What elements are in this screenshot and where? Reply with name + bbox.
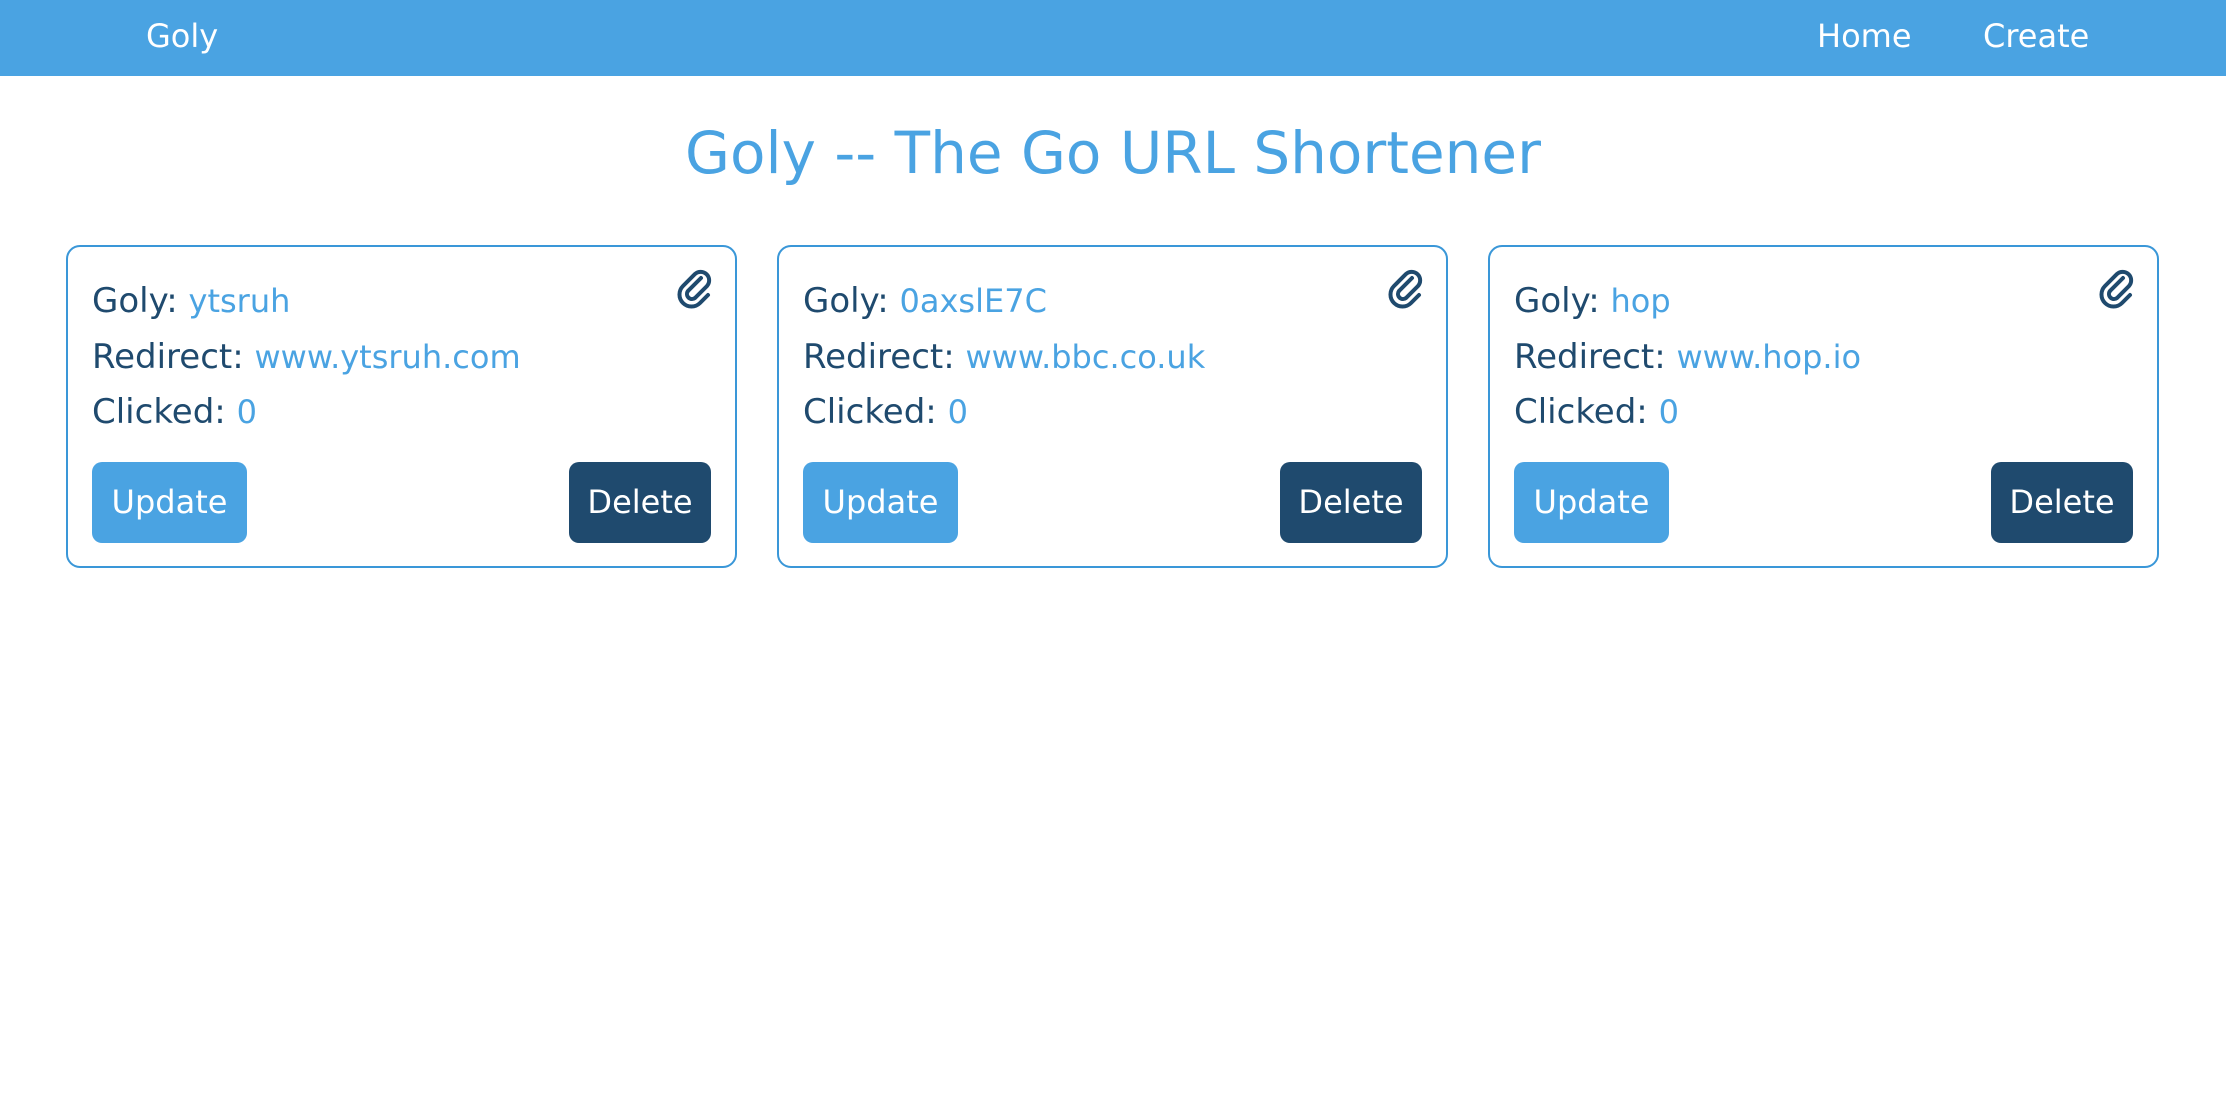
redirect-label: Redirect:: [92, 337, 244, 377]
nav-create-link[interactable]: Create: [1983, 16, 2089, 56]
clicked-label: Clicked:: [803, 392, 937, 432]
update-button[interactable]: Update: [803, 462, 958, 543]
clicked-row: Clicked: 0: [803, 390, 968, 434]
clicked-row: Clicked: 0: [92, 390, 257, 434]
page-title: Goly -- The Go URL Shortener: [685, 119, 1541, 187]
redirect-value: www.hop.io: [1676, 338, 1862, 376]
redirect-row: Redirect: www.hop.io: [1514, 335, 1861, 379]
navbar: Goly Home Create: [0, 0, 2226, 76]
redirect-value: www.bbc.co.uk: [965, 338, 1206, 376]
paperclip-icon[interactable]: [2099, 269, 2135, 309]
goly-card: Goly: 0axslE7C Redirect: www.bbc.co.uk C…: [777, 245, 1448, 568]
clicked-label: Clicked:: [1514, 392, 1648, 432]
goly-row: Goly: ytsruh: [92, 279, 290, 323]
goly-card: Goly: ytsruh Redirect: www.ytsruh.com Cl…: [66, 245, 737, 568]
clicked-value: 0: [947, 393, 968, 431]
brand-link[interactable]: Goly: [146, 16, 218, 56]
goly-row: Goly: hop: [1514, 279, 1671, 323]
clicked-label: Clicked:: [92, 392, 226, 432]
goly-label: Goly:: [92, 281, 178, 321]
goly-value: hop: [1610, 282, 1671, 320]
nav-home-link[interactable]: Home: [1817, 16, 1912, 56]
goly-label: Goly:: [803, 281, 889, 321]
paperclip-icon[interactable]: [1388, 269, 1424, 309]
goly-label: Goly:: [1514, 281, 1600, 321]
redirect-label: Redirect:: [803, 337, 955, 377]
redirect-value: www.ytsruh.com: [254, 338, 521, 376]
delete-button[interactable]: Delete: [1280, 462, 1422, 543]
goly-row: Goly: 0axslE7C: [803, 279, 1047, 323]
clicked-value: 0: [1658, 393, 1679, 431]
update-button[interactable]: Update: [92, 462, 247, 543]
redirect-row: Redirect: www.bbc.co.uk: [803, 335, 1205, 379]
delete-button[interactable]: Delete: [1991, 462, 2133, 543]
update-button[interactable]: Update: [1514, 462, 1669, 543]
redirect-row: Redirect: www.ytsruh.com: [92, 335, 521, 379]
goly-value: ytsruh: [188, 282, 291, 320]
clicked-value: 0: [236, 393, 257, 431]
goly-value: 0axslE7C: [899, 282, 1047, 320]
clicked-row: Clicked: 0: [1514, 390, 1679, 434]
delete-button[interactable]: Delete: [569, 462, 711, 543]
goly-card: Goly: hop Redirect: www.hop.io Clicked: …: [1488, 245, 2159, 568]
redirect-label: Redirect:: [1514, 337, 1666, 377]
paperclip-icon[interactable]: [677, 269, 713, 309]
